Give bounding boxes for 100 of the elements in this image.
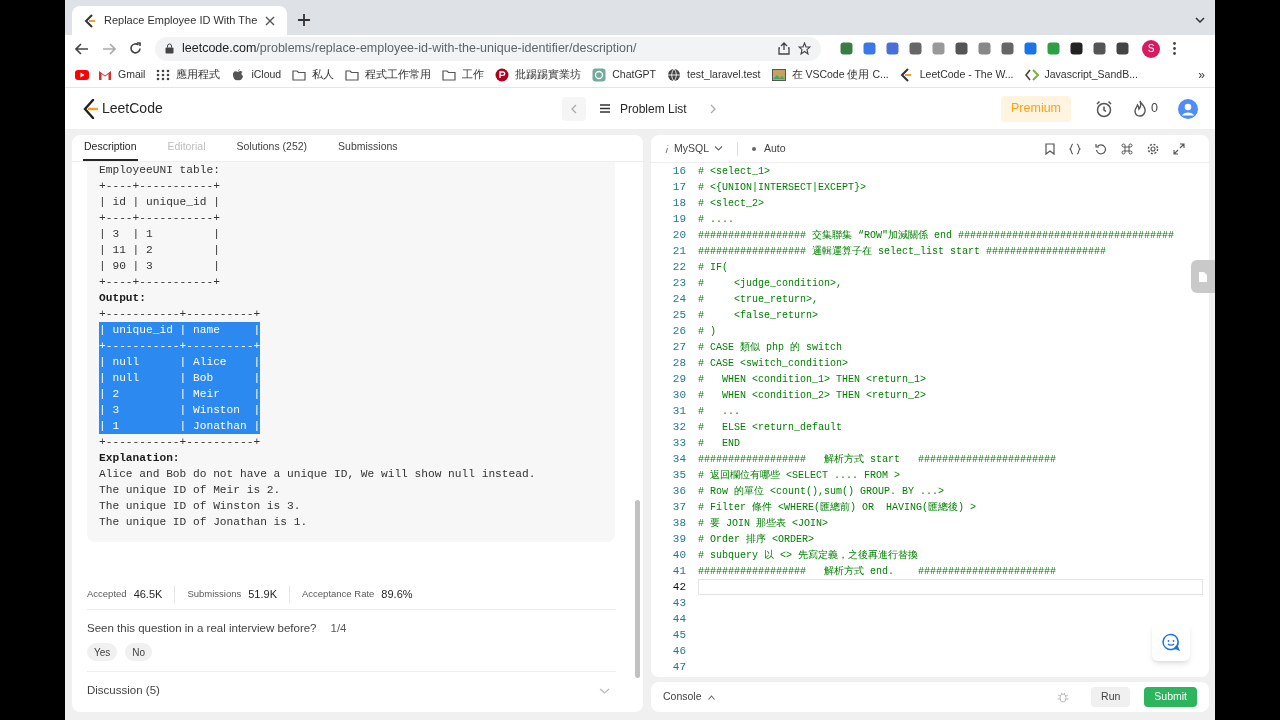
line-number: 36: [671, 483, 686, 499]
star-icon[interactable]: [798, 42, 811, 55]
bookmark-item[interactable]: 工作: [440, 64, 487, 85]
line-number: 41: [671, 563, 686, 579]
document-icon: [1198, 270, 1208, 283]
code-line: # CASE <switch_condition>: [698, 356, 849, 371]
line-number: 31: [671, 403, 686, 419]
bookmark-item[interactable]: test_laravel.test: [664, 64, 763, 85]
auto-mode-button[interactable]: Auto: [752, 140, 786, 157]
line-number: 20: [671, 227, 686, 243]
line-number: 21: [671, 243, 686, 259]
bookmark-item[interactable]: Javascript_SandB...: [1022, 64, 1140, 85]
line-number: 47: [671, 659, 686, 675]
leetcode-logo-icon[interactable]: [82, 98, 98, 119]
code-line: ################## 解析方式 end. #######################: [698, 564, 1057, 579]
code-line: # <select_1>: [698, 164, 770, 179]
code-line: ################## 邏輯運算子在 select_list start ####################: [698, 244, 1107, 259]
bookmark-item[interactable]: Gmail: [96, 64, 148, 85]
example-text: +-----------+----------+: [99, 338, 261, 354]
code-line: # <judge_condition>,: [698, 276, 843, 291]
browser-tab[interactable]: Replace Employee ID With The: [72, 6, 288, 35]
chat-bubble-icon: [1162, 633, 1180, 651]
caret-icon: [714, 146, 723, 151]
alarm-clock-icon[interactable]: [1095, 99, 1114, 118]
code-line: # <{UNION|INTERSECT|EXCEPT}>: [698, 180, 867, 195]
profile-avatar[interactable]: S: [1142, 39, 1160, 58]
language-dropdown[interactable]: MySQL: [665, 138, 723, 159]
run-button[interactable]: Run: [1091, 687, 1131, 707]
more-bookmarks-button[interactable]: »: [1198, 65, 1205, 84]
folder-icon: [442, 67, 457, 82]
line-number: 16: [671, 163, 686, 179]
line-number: 30: [671, 387, 686, 403]
command-icon[interactable]: [1121, 142, 1133, 155]
line-number: 43: [671, 595, 686, 611]
example-text: EmployeeUNI table:: [99, 163, 220, 178]
description-tab[interactable]: Solutions (252): [235, 135, 309, 161]
new-tab-icon[interactable]: [297, 13, 312, 27]
code-line: ################## 交集聯集 “ROW"加減關係 end ####################################: [698, 228, 1175, 243]
code-line: # 要 JOIN 那些表 <JOIN>: [698, 516, 828, 531]
example-text: The unique ID of Jonathan is 1.: [99, 515, 308, 530]
user-avatar-icon[interactable]: [1178, 98, 1198, 119]
flame-icon[interactable]: [1133, 100, 1148, 117]
reload-icon[interactable]: [129, 42, 142, 55]
example-text: | 90 | 3 |: [99, 259, 220, 274]
code-line: # Filter 條件 <WHERE(匯總前) OR HAVING(匯總後) >: [698, 500, 977, 515]
bookmark-item[interactable]: 程式工作常用: [343, 64, 434, 85]
line-number: 28: [671, 355, 686, 371]
expand-icon[interactable]: [1173, 142, 1185, 155]
answer-button[interactable]: No: [125, 643, 153, 661]
extension-icon[interactable]: [1093, 42, 1106, 55]
streak-count: 0: [1151, 100, 1158, 118]
settings-icon[interactable]: [1147, 142, 1159, 155]
code-line: # 返回欄位有哪些 <SELECT .... FROM >: [698, 468, 901, 483]
example-text: | null | Bob |: [99, 370, 261, 386]
apple-icon: [231, 67, 246, 82]
code-line: # WHEN <condition_1> THEN <return_1>: [698, 372, 927, 387]
example-text: | 1 | Jonathan |: [99, 418, 261, 434]
chevron-right-icon: [709, 103, 716, 114]
scrollbar-thumb[interactable]: [635, 500, 640, 678]
caret-up-icon: [707, 694, 715, 700]
example-text: +-----------+----------+: [99, 307, 261, 322]
bookmark-item[interactable]: LeetCode - The W...: [897, 64, 1016, 85]
answer-button[interactable]: Yes: [87, 643, 118, 661]
bookmark-item[interactable]: 在 VSCode 使用 C...: [769, 64, 891, 85]
interview-question: Seen this question in a real interview before?: [87, 620, 317, 636]
logo-text: LeetCode: [102, 99, 163, 118]
code-line: # CASE 類似 php 的 switch: [698, 340, 843, 355]
line-number: 18: [671, 195, 686, 211]
bookmark-item[interactable]: 私人: [290, 64, 337, 85]
chevron-down-icon[interactable]: [1195, 17, 1205, 23]
extension-icon[interactable]: [1070, 42, 1083, 55]
bookmark-item[interactable]: 應用程式: [154, 64, 223, 85]
thumbnail-icon: [771, 67, 786, 82]
console-toggle[interactable]: Console: [663, 689, 715, 705]
bookmark-icon[interactable]: [1045, 142, 1055, 155]
code-line: # ELSE <return_default: [698, 420, 843, 435]
code-line: # IF(: [698, 260, 728, 275]
back-icon[interactable]: [75, 42, 89, 55]
chat-button[interactable]: [1152, 623, 1190, 661]
close-icon[interactable]: [265, 15, 276, 26]
bookmark-item[interactable]: iCloud: [229, 64, 284, 85]
youtube-icon[interactable]: [75, 67, 89, 82]
description-tab[interactable]: Submissions: [337, 135, 399, 161]
extension-icon[interactable]: [955, 42, 968, 55]
discussion-toggle[interactable]: Discussion (5): [87, 681, 160, 700]
globe-icon: [666, 67, 681, 82]
address-field[interactable]: leetcode.com/problems/replace-employee-id-with-the-unique-identifier/description/: [155, 36, 821, 61]
extension-icon[interactable]: [1116, 42, 1129, 55]
menu-icon[interactable]: [1173, 42, 1176, 55]
stat-value: 89.6%: [381, 587, 413, 603]
reset-icon[interactable]: [1095, 142, 1107, 155]
bookmark-item[interactable]: 批踢踢實業坊: [493, 64, 584, 85]
problem-list-link[interactable]: Problem List: [620, 99, 687, 118]
share-icon[interactable]: [778, 42, 790, 55]
bookmark-item[interactable]: ChatGPT: [590, 64, 658, 85]
example-text: | 3 | 1 |: [99, 227, 220, 242]
braces-icon[interactable]: [1069, 142, 1081, 155]
example-text: | 11 | 2 |: [99, 243, 220, 258]
p-badge-icon: [495, 67, 510, 82]
example-text: The unique ID of Meir is 2.: [99, 483, 281, 498]
